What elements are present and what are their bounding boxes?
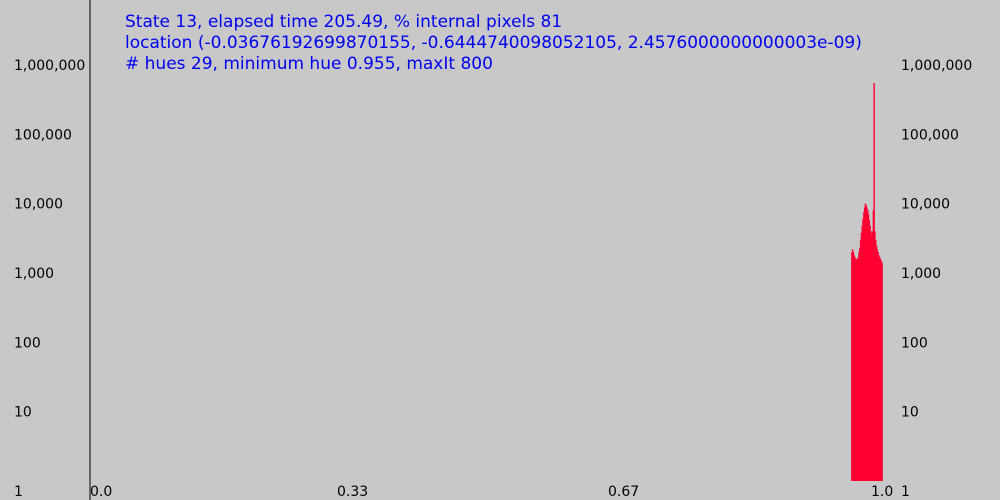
y-tick-label-left: 1	[14, 484, 23, 500]
y-tick-label-left: 1,000	[14, 266, 54, 282]
y-tick-label-right: 10,000	[901, 197, 950, 213]
y-tick-label-left: 1,000,000	[14, 58, 85, 74]
y-tick-label-left: 10	[14, 405, 32, 421]
axis-ticks: 1 1 10 10 100 100 1,000 1,000 10,000 10,000 100,00…	[14, 58, 972, 500]
y-tick-label-right: 1	[901, 484, 910, 500]
y-tick-label-left: 100	[14, 335, 41, 351]
histogram-bars	[851, 83, 883, 482]
y-tick-label-left: 10,000	[14, 197, 63, 213]
y-tick-label-right: 10	[901, 405, 919, 421]
y-tick-label-right: 1,000,000	[901, 58, 972, 74]
x-tick-label: 1.0	[871, 484, 893, 500]
x-tick-label: 0.67	[608, 484, 639, 500]
x-tick-label: 0.33	[337, 484, 368, 500]
y-tick-label-left: 100,000	[14, 127, 72, 143]
histogram-chart: 1 1 10 10 100 100 1,000 1,000 10,000 10,000 100,00…	[14, 0, 972, 500]
x-tick-label: 0.0	[90, 484, 112, 500]
y-tick-label-right: 100,000	[901, 127, 959, 143]
y-tick-label-right: 1,000	[901, 266, 941, 282]
y-tick-label-right: 100	[901, 335, 928, 351]
histogram-bar	[881, 262, 883, 481]
